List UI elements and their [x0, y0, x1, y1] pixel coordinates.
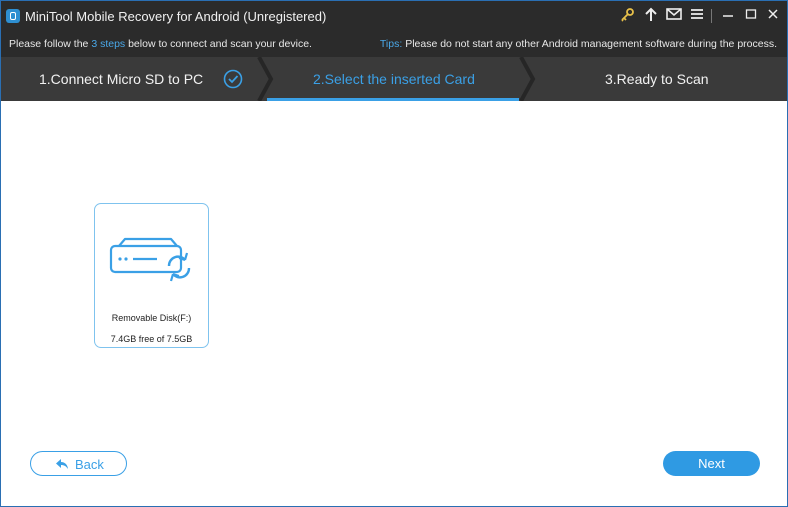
back-arrow-icon	[56, 459, 68, 469]
app-logo-icon	[6, 9, 20, 23]
tips-label: Tips:	[379, 38, 403, 50]
mail-icon[interactable]	[665, 7, 683, 25]
upload-icon[interactable]	[642, 7, 660, 25]
removable-disk-icon	[109, 237, 191, 282]
instruction-text: Please follow the 3 steps below to conne…	[9, 38, 312, 50]
removable-disk-card[interactable]: Removable Disk(F:) 7.4GB free of 7.5GB	[94, 203, 209, 348]
instruction-prefix: Please follow the	[9, 38, 92, 50]
step-1-label: 1.Connect Micro SD to PC	[39, 71, 204, 87]
close-icon[interactable]	[764, 7, 782, 25]
window-title: MiniTool Mobile Recovery for Android (Un…	[25, 9, 327, 24]
maximize-icon[interactable]	[742, 7, 760, 25]
title-bar: MiniTool Mobile Recovery for Android (Un…	[1, 1, 787, 31]
active-step-indicator	[267, 98, 519, 101]
titlebar-divider	[711, 9, 712, 23]
minimize-icon[interactable]	[719, 7, 737, 25]
instruction-bar: Please follow the 3 steps below to conne…	[1, 31, 787, 57]
back-button[interactable]: Back	[30, 451, 127, 476]
steps-bar: 1.Connect Micro SD to PC 2.Select the in…	[1, 57, 787, 101]
instruction-suffix: below to connect and scan your device.	[125, 38, 312, 50]
tips-text: Tips: Please do not start any other Andr…	[380, 38, 777, 50]
step-separator-icon	[519, 57, 536, 101]
step-2-label: 2.Select the inserted Card	[313, 71, 475, 87]
app-window: MiniTool Mobile Recovery for Android (Un…	[0, 0, 788, 507]
steps-highlight: 3 steps	[91, 38, 126, 50]
next-button[interactable]: Next	[663, 451, 760, 476]
key-icon[interactable]	[618, 7, 636, 25]
tips-message: Please do not start any other Android ma…	[402, 38, 777, 50]
disk-name: Removable Disk(F:)	[111, 313, 192, 323]
step-separator-icon	[257, 57, 274, 101]
menu-icon[interactable]	[688, 7, 706, 25]
disk-capacity: 7.4GB free of 7.5GB	[110, 334, 193, 344]
step-3-label: 3.Ready to Scan	[605, 71, 709, 87]
back-button-label: Back	[75, 457, 104, 472]
step-complete-check-icon	[223, 69, 243, 89]
